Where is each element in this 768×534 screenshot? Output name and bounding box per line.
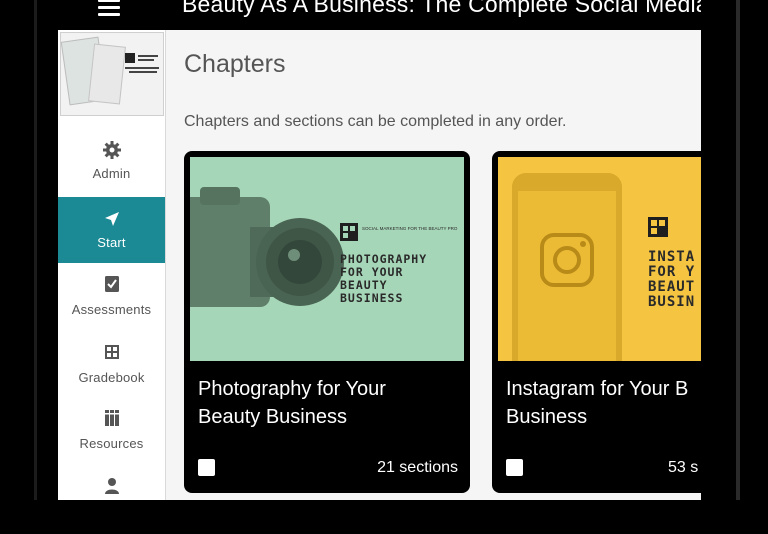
svg-text:FOR Y: FOR Y — [648, 264, 695, 280]
svg-text:BEAUTY: BEAUTY — [340, 278, 388, 292]
chapter-complete-checkbox[interactable] — [198, 459, 215, 476]
svg-text:BUSINESS: BUSINESS — [340, 291, 403, 305]
sidebar-item-label: Admin — [92, 166, 131, 181]
svg-text:BUSIN: BUSIN — [648, 294, 695, 310]
gear-icon — [103, 141, 121, 159]
svg-text:SOCIAL MARKETING FOR THE BEAUT: SOCIAL MARKETING FOR THE BEAUTY PRO — [362, 226, 458, 231]
page-title: Chapters — [184, 50, 286, 78]
device-frame-left — [34, 0, 37, 500]
menu-icon[interactable] — [98, 0, 122, 18]
chapter-card-image: INSTA FOR Y BEAUT BUSIN — [498, 157, 701, 361]
sidebar-item-label: Start — [97, 235, 126, 250]
sidebar-item-start[interactable]: Start — [58, 197, 165, 263]
svg-text:FOR YOUR: FOR YOUR — [340, 265, 403, 279]
sidebar-item-admin[interactable]: Admin — [58, 128, 165, 194]
course-thumbnail[interactable] — [60, 32, 164, 116]
main-content: Chapters Chapters and sections can be co… — [166, 30, 701, 500]
device-frame-right — [736, 0, 740, 500]
sidebar: Admin Start Assessments Gradebook Resour… — [58, 30, 166, 500]
svg-text:INSTA: INSTA — [648, 249, 695, 265]
svg-text:BEAUT: BEAUT — [648, 279, 695, 295]
page-description: Chapters and sections can be completed i… — [184, 113, 567, 130]
sidebar-item-label: Resources — [79, 436, 144, 451]
chapter-card-title[interactable]: Instagram for Your B Business — [506, 375, 701, 431]
sidebar-item-resources[interactable]: Resources — [58, 400, 165, 466]
top-bar: Beauty As A Business: The Complete Socia… — [58, 0, 701, 30]
sidebar-item-gradebook[interactable]: Gradebook — [58, 332, 165, 398]
section-count: 21 sections — [377, 459, 458, 476]
person-icon — [105, 478, 119, 494]
books-icon — [105, 410, 119, 426]
navigation-arrow-icon — [105, 212, 119, 226]
chapter-card-title[interactable]: Photography for Your Beauty Business — [198, 375, 463, 431]
chapter-complete-checkbox[interactable] — [506, 459, 523, 476]
sidebar-item-assessments[interactable]: Assessments — [58, 264, 165, 330]
checklist-icon — [105, 276, 119, 292]
chapter-card-instagram[interactable]: INSTA FOR Y BEAUT BUSIN Instagram for Yo… — [492, 151, 701, 493]
course-title: Beauty As A Business: The Complete Socia… — [182, 0, 701, 17]
svg-text:PHOTOGRAPHY: PHOTOGRAPHY — [340, 252, 427, 266]
sidebar-item-profile[interactable] — [58, 468, 165, 534]
sidebar-item-label: Assessments — [71, 302, 152, 317]
sidebar-item-label: Gradebook — [78, 370, 145, 385]
chapter-card-image: SOCIAL MARKETING FOR THE BEAUTY PRO PHOT… — [190, 157, 464, 361]
section-count: 53 s — [668, 459, 699, 476]
gradebook-icon — [105, 345, 119, 359]
chapter-card-photography[interactable]: SOCIAL MARKETING FOR THE BEAUTY PRO PHOT… — [184, 151, 470, 493]
